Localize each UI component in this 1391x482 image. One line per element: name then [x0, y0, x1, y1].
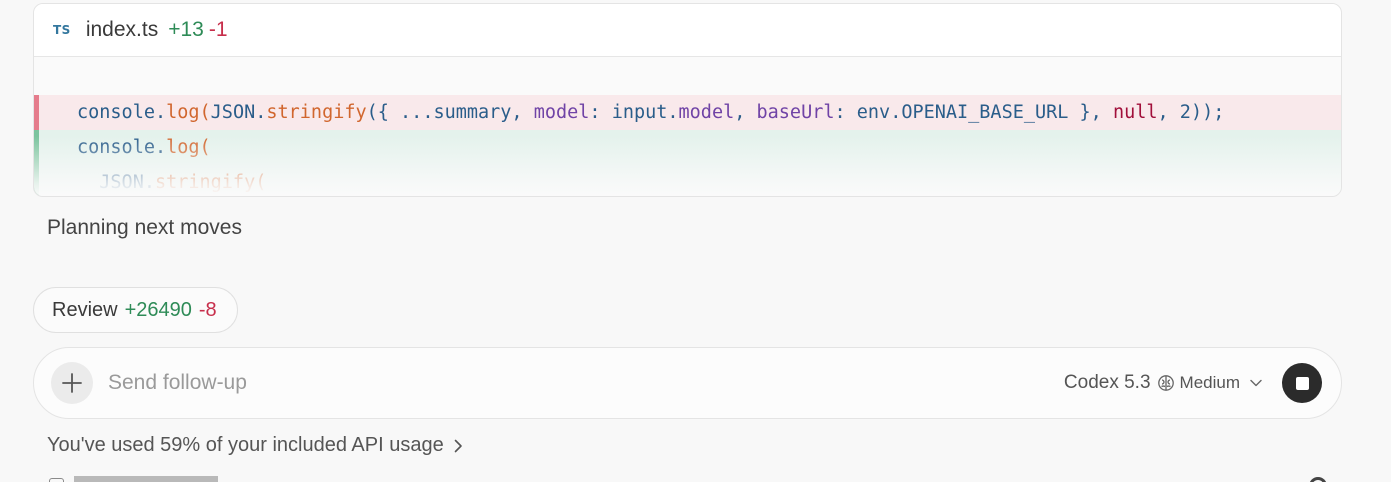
- code-token: .: [154, 102, 167, 123]
- cutoff-row: [47, 476, 1391, 482]
- file-deletions-count: -1: [208, 18, 228, 41]
- model-selector[interactable]: Codex 5.3 Medium: [1064, 372, 1262, 394]
- composer: Codex 5.3 Medium: [33, 347, 1342, 419]
- code-token: ,: [511, 102, 534, 123]
- code-token: (: [255, 172, 267, 193]
- code-token: console: [77, 137, 155, 158]
- diff-line-added: console. log(: [34, 130, 1341, 165]
- diff-header[interactable]: TS index.ts +13 -1: [34, 4, 1341, 57]
- code-token: stringify: [266, 102, 367, 123]
- usage-text: You've used 59% of your included API usa…: [47, 434, 444, 456]
- code-token: baseUrl: [756, 102, 835, 123]
- stop-icon: [1295, 376, 1309, 390]
- code-token: (: [199, 102, 211, 123]
- code-token: JSON: [210, 102, 256, 123]
- spinner-icon: [1309, 477, 1327, 482]
- code-token: console: [77, 102, 155, 123]
- file-name[interactable]: index.ts: [86, 18, 158, 42]
- file-additions-count: +13: [168, 18, 204, 41]
- diff-line-removed: console. log(JSON. stringify({ ... summary,…: [34, 95, 1341, 130]
- chevron-right-icon: [454, 439, 463, 453]
- code-token: .: [154, 137, 167, 158]
- code-token: null: [1112, 102, 1158, 123]
- code-token: OPENAI_BASE_URL: [901, 102, 1069, 123]
- code-token: stringify: [154, 172, 256, 193]
- code-token: ({ ...: [366, 102, 434, 123]
- chevron-down-icon: [1250, 379, 1262, 387]
- review-button[interactable]: Review +26490 -8: [33, 287, 238, 333]
- code-token: .: [255, 102, 267, 123]
- diff-card: TS index.ts +13 -1 console. log(JSON. stri…: [33, 3, 1342, 197]
- code-token: summary: [433, 102, 512, 123]
- status-text: Planning next moves: [47, 216, 242, 239]
- code-token: log: [166, 102, 200, 123]
- diff-body: console. log(JSON. stringify({ ... summary,…: [34, 57, 1341, 196]
- code-token: :: [834, 102, 857, 123]
- code-token: input: [611, 102, 668, 123]
- stop-button[interactable]: [1282, 363, 1322, 403]
- cutoff-text: [74, 476, 314, 482]
- code-token: (: [199, 137, 211, 158]
- brain-icon: [1157, 374, 1175, 392]
- code-token: .: [667, 102, 679, 123]
- follow-up-input[interactable]: [108, 371, 1064, 395]
- code-token: .: [890, 102, 902, 123]
- plus-icon: [62, 373, 82, 393]
- review-additions: +26490: [124, 298, 192, 321]
- code-token: model: [678, 102, 735, 123]
- code-token: JSON: [77, 172, 144, 193]
- effort-level: Medium: [1179, 373, 1240, 392]
- model-name: Codex 5.3: [1063, 372, 1151, 393]
- code-token: model: [533, 102, 590, 123]
- code-token: :: [589, 102, 612, 123]
- review-label: Review: [52, 298, 118, 321]
- usage-notice-link[interactable]: You've used 59% of your included API usa…: [47, 434, 463, 457]
- typescript-file-icon: TS: [53, 23, 71, 37]
- code-token: ,: [734, 102, 757, 123]
- code-token: .: [143, 172, 155, 193]
- code-token: env: [856, 102, 891, 123]
- code-token: },: [1068, 102, 1113, 123]
- code-token: , 2));: [1157, 102, 1225, 123]
- diff-line-added: JSON. stringify(: [34, 165, 1341, 196]
- checkbox[interactable]: [49, 478, 64, 482]
- review-deletions: -8: [198, 298, 217, 321]
- code-token: log: [166, 137, 200, 158]
- add-attachment-button[interactable]: [51, 362, 93, 404]
